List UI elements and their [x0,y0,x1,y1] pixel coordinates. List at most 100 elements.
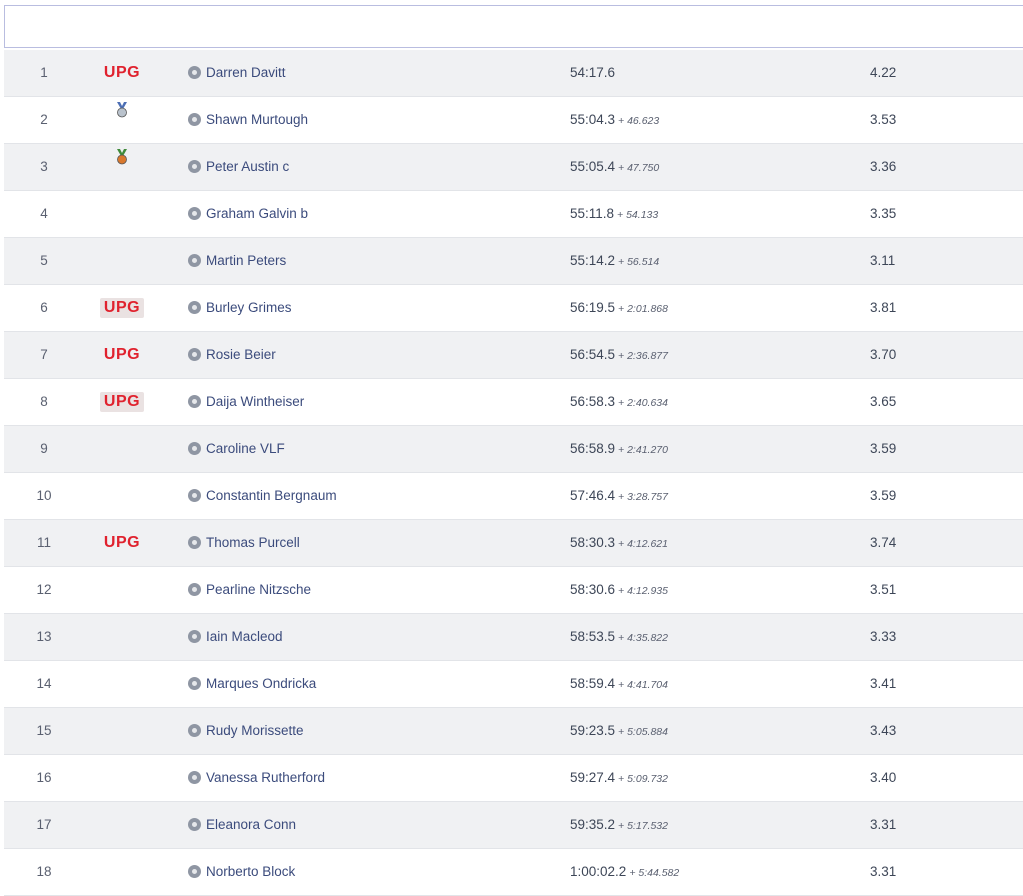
finish-time: 54:17.6 [570,65,616,80]
rider-link[interactable]: Norberto Block [188,849,548,895]
rider-name: Peter Austin c [206,159,290,174]
time-cell: 56:19.5 + 2:01.868 [570,285,830,331]
position-number: 6 [40,300,48,315]
time-gap: + 46.623 [618,115,660,127]
time-gap: + 5:17.532 [618,820,668,832]
score-value: 3.53 [870,112,897,127]
rider-link[interactable]: Graham Galvin b [188,191,548,237]
position-number: 10 [36,488,52,503]
position-number: 16 [36,770,52,785]
rider-name: Constantin Bergnaum [206,488,337,503]
time-gap: + 2:40.634 [618,397,668,409]
table-row: 1 UPG Darren Davitt 54:17.6 4.22 [4,50,1023,97]
rider-icon [188,206,201,220]
table-row: 10 Constantin Bergnaum 57:46.4 + 3:28.757 3.… [4,473,1023,520]
badge-cell [86,144,158,190]
finish-time: 56:58.9 [570,441,616,456]
rider-link[interactable]: Vanessa Rutherford [188,755,548,801]
badge-cell [86,802,158,848]
score-value: 3.81 [870,300,897,315]
upg-badge: UPG [103,534,141,551]
badge-cell: UPG [86,285,158,331]
rider-name: Daija Wintheiser [206,394,305,409]
rider-link[interactable]: Darren Davitt [188,50,548,96]
badge-cell [86,473,158,519]
time-cell: 55:11.8 + 54.133 [570,191,830,237]
time-cell: 59:23.5 + 5:05.884 [570,708,830,754]
badge-cell [86,661,158,707]
time-gap: + 2:01.868 [618,303,668,315]
time-gap: + 47.750 [618,162,660,174]
rider-link[interactable]: Iain Macleod [188,614,548,660]
time-cell: 58:53.5 + 4:35.822 [570,614,830,660]
rider-name: Rudy Morissette [206,723,304,738]
score-value: 3.74 [870,535,897,550]
bronze-medal-icon [115,138,129,184]
badge-cell [86,191,158,237]
rider-icon [188,817,201,831]
rider-icon [188,347,201,361]
time-cell: 55:14.2 + 56.514 [570,238,830,284]
score-value: 3.70 [870,347,897,362]
silver-medal-icon [115,91,129,137]
rider-link[interactable]: Caroline VLF [188,426,548,472]
table-row: 18 Norberto Block 1:00:02.2 + 5:44.582 3.31 [4,849,1023,896]
rider-link[interactable]: Eleanora Conn [188,802,548,848]
badge-cell: UPG [86,332,158,378]
rider-link[interactable]: Pearline Nitzsche [188,567,548,613]
finish-time: 59:35.2 [570,817,616,832]
table-row: 16 Vanessa Rutherford 59:27.4 + 5:09.732 3.4… [4,755,1023,802]
score-value: 3.59 [870,441,897,456]
finish-time: 58:53.5 [570,629,616,644]
position-number: 14 [36,676,52,691]
time-gap: + 4:12.935 [618,585,668,597]
badge-cell: UPG [86,520,158,566]
time-gap: + 4:41.704 [618,679,668,691]
rider-link[interactable]: Peter Austin c [188,144,548,190]
time-gap: + 5:05.884 [618,726,668,738]
finish-time: 58:30.6 [570,582,616,597]
badge-cell: UPG [86,50,158,96]
time-gap: + 4:35.822 [618,632,668,644]
time-cell: 56:58.9 + 2:41.270 [570,426,830,472]
badge-cell [86,614,158,660]
table-row: 5 Martin Peters 55:14.2 + 56.514 3.11 [4,238,1023,285]
position-number: 9 [40,441,48,456]
time-gap: + 5:09.732 [618,773,668,785]
rider-icon [188,535,201,549]
time-cell: 59:27.4 + 5:09.732 [570,755,830,801]
score-value: 3.51 [870,582,897,597]
position-number: 17 [36,817,52,832]
score-value: 3.35 [870,206,897,221]
rider-link[interactable]: Rudy Morissette [188,708,548,754]
rider-link[interactable]: Burley Grimes [188,285,548,331]
rider-name: Darren Davitt [206,65,286,80]
rider-icon [188,629,201,643]
position-number: 8 [40,394,48,409]
badge-cell [86,426,158,472]
badge-cell [86,97,158,143]
position-number: 4 [40,206,48,221]
time-cell: 56:54.5 + 2:36.877 [570,332,830,378]
badge-cell: UPG [86,379,158,425]
position-number: 2 [40,112,48,127]
score-value: 3.36 [870,159,897,174]
finish-time: 58:59.4 [570,676,616,691]
upg-badge: UPG [99,298,145,318]
rider-link[interactable]: Constantin Bergnaum [188,473,548,519]
time-gap: + 5:44.582 [629,867,680,879]
badge-cell [86,567,158,613]
finish-time: 56:54.5 [570,347,616,362]
score-value: 3.40 [870,770,897,785]
rider-name: Thomas Purcell [206,535,300,550]
rider-link[interactable]: Daija Wintheiser [188,379,548,425]
rider-link[interactable]: Martin Peters [188,238,548,284]
rider-name: Iain Macleod [206,629,283,644]
time-cell: 59:35.2 + 5:17.532 [570,802,830,848]
finish-time: 55:11.8 [570,206,615,221]
rider-link[interactable]: Rosie Beier [188,332,548,378]
rider-link[interactable]: Shawn Murtough [188,97,548,143]
table-row: 17 Eleanora Conn 59:35.2 + 5:17.532 3.31 [4,802,1023,849]
rider-link[interactable]: Marques Ondricka [188,661,548,707]
rider-link[interactable]: Thomas Purcell [188,520,548,566]
